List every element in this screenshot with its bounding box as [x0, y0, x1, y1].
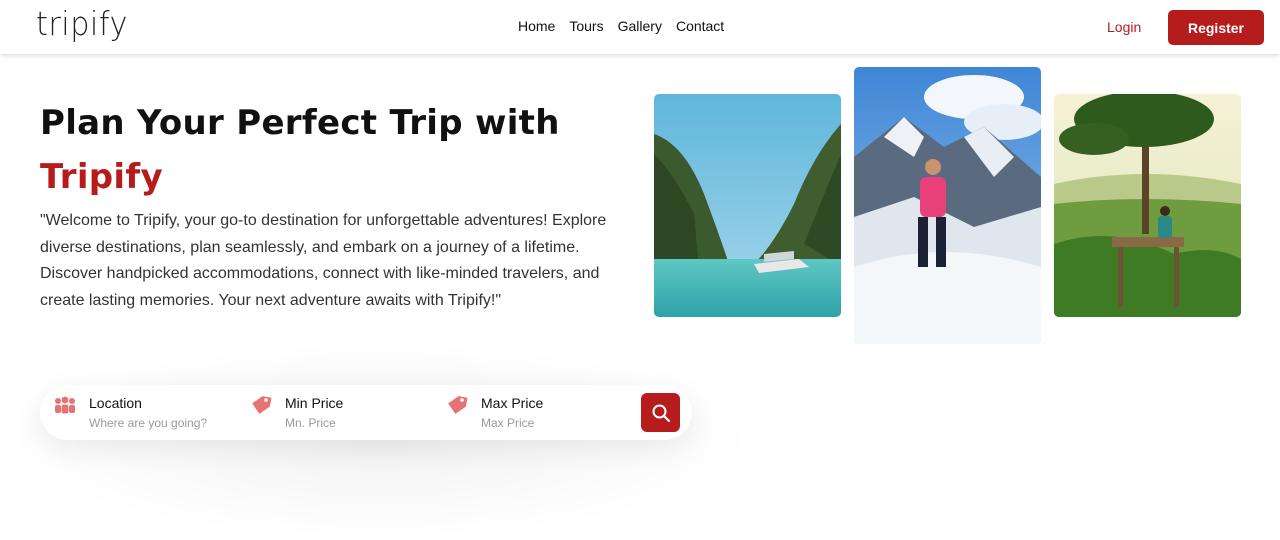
search-bar: Location Min Price Max Price	[40, 385, 692, 440]
search-shadow	[0, 340, 760, 540]
min-price-input[interactable]	[285, 416, 425, 430]
treehouse-view-photo	[1054, 94, 1241, 317]
hero-title: Plan Your Perfect Trip with Tripify	[40, 100, 560, 200]
max-price-input[interactable]	[481, 416, 621, 430]
logo[interactable]: tripify	[36, 4, 128, 43]
nav-gallery-link[interactable]: Gallery	[618, 18, 662, 34]
hero-description: "Welcome to Tripify, your go-to destinat…	[40, 212, 607, 310]
location-input[interactable]	[89, 416, 229, 430]
max-price-field: Max Price	[445, 385, 625, 440]
mountain-climber-photo	[854, 67, 1041, 344]
price-tag-icon	[252, 396, 272, 414]
nav-home-link[interactable]: Home	[518, 18, 555, 34]
nav-tours-link[interactable]: Tours	[569, 18, 603, 34]
main-nav: Home Tours Gallery Contact	[518, 18, 738, 34]
lagoon-boat-photo	[654, 94, 841, 317]
nav-contact-link[interactable]: Contact	[676, 18, 724, 34]
min-price-field: Min Price	[249, 385, 429, 440]
login-link[interactable]: Login	[1107, 19, 1141, 35]
site-header: tripify Home Tours Gallery Contact Login…	[0, 0, 1280, 54]
min-price-label: Min Price	[285, 395, 344, 411]
price-tag-icon	[448, 396, 468, 414]
location-field: Location	[53, 385, 233, 440]
search-button[interactable]	[641, 393, 680, 432]
location-label: Location	[89, 395, 142, 411]
hero-title-line1: Plan Your Perfect Trip with	[40, 103, 560, 143]
people-icon	[55, 396, 75, 414]
register-button[interactable]: Register	[1168, 10, 1264, 45]
hero-title-brand: Tripify	[40, 157, 163, 197]
search-icon	[652, 404, 670, 422]
max-price-label: Max Price	[481, 395, 544, 411]
